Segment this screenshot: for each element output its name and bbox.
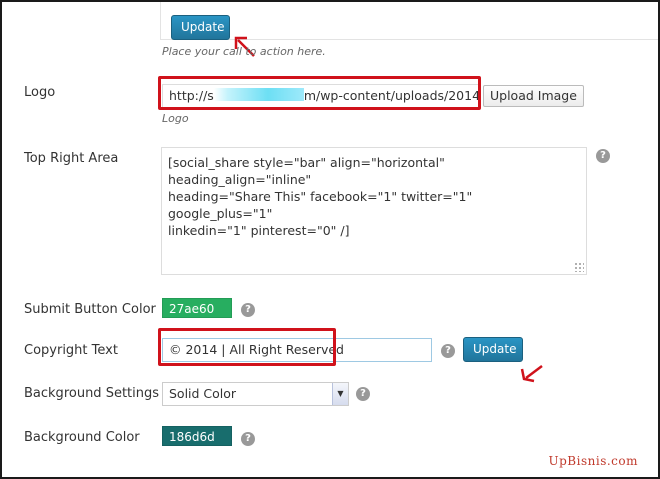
help-icon[interactable]: ? [241, 303, 255, 317]
background-settings-label: Background Settings [24, 386, 160, 401]
help-icon[interactable]: ? [356, 387, 370, 401]
settings-frame: Update Place your call to action here. L… [0, 0, 660, 479]
help-icon[interactable]: ? [241, 432, 255, 446]
background-settings-value: Solid Color [169, 386, 237, 401]
submit-button-color-label: Submit Button Color [24, 302, 156, 317]
background-settings-select[interactable]: Solid Color ▼ [162, 382, 349, 406]
resize-grip-icon[interactable] [574, 262, 584, 272]
watermark-text: UpBisnis.com [548, 454, 638, 468]
top-update-button[interactable]: Update [171, 15, 230, 40]
textarea-line: heading="Share This" facebook="1" twitte… [168, 189, 473, 221]
background-color-swatch[interactable]: 186d6d [162, 426, 232, 446]
logo-hint: Logo [162, 112, 189, 125]
textarea-line: [social_share style="bar" align="horizon… [168, 155, 445, 187]
textarea-line: linkedin="1" pinterest="0" /] [168, 223, 350, 238]
copyright-text-label: Copyright Text [24, 343, 118, 358]
background-color-label: Background Color [24, 430, 140, 445]
copyright-highlight-box [158, 328, 336, 366]
submit-button-color-swatch[interactable]: 27ae60 [162, 298, 232, 318]
call-to-action-hint: Place your call to action here. [162, 45, 326, 58]
help-icon[interactable]: ? [596, 149, 610, 163]
chevron-down-icon[interactable]: ▼ [332, 383, 348, 405]
upload-image-button[interactable]: Upload Image [483, 85, 584, 107]
copyright-update-button[interactable]: Update [463, 337, 523, 362]
top-right-area-textarea[interactable]: [social_share style="bar" align="horizon… [161, 147, 587, 275]
top-right-area-label: Top Right Area [24, 151, 119, 166]
annotation-arrow-copyright [520, 365, 543, 383]
help-icon[interactable]: ? [441, 344, 455, 358]
logo-highlight-box [158, 76, 481, 110]
logo-label: Logo [24, 85, 56, 100]
